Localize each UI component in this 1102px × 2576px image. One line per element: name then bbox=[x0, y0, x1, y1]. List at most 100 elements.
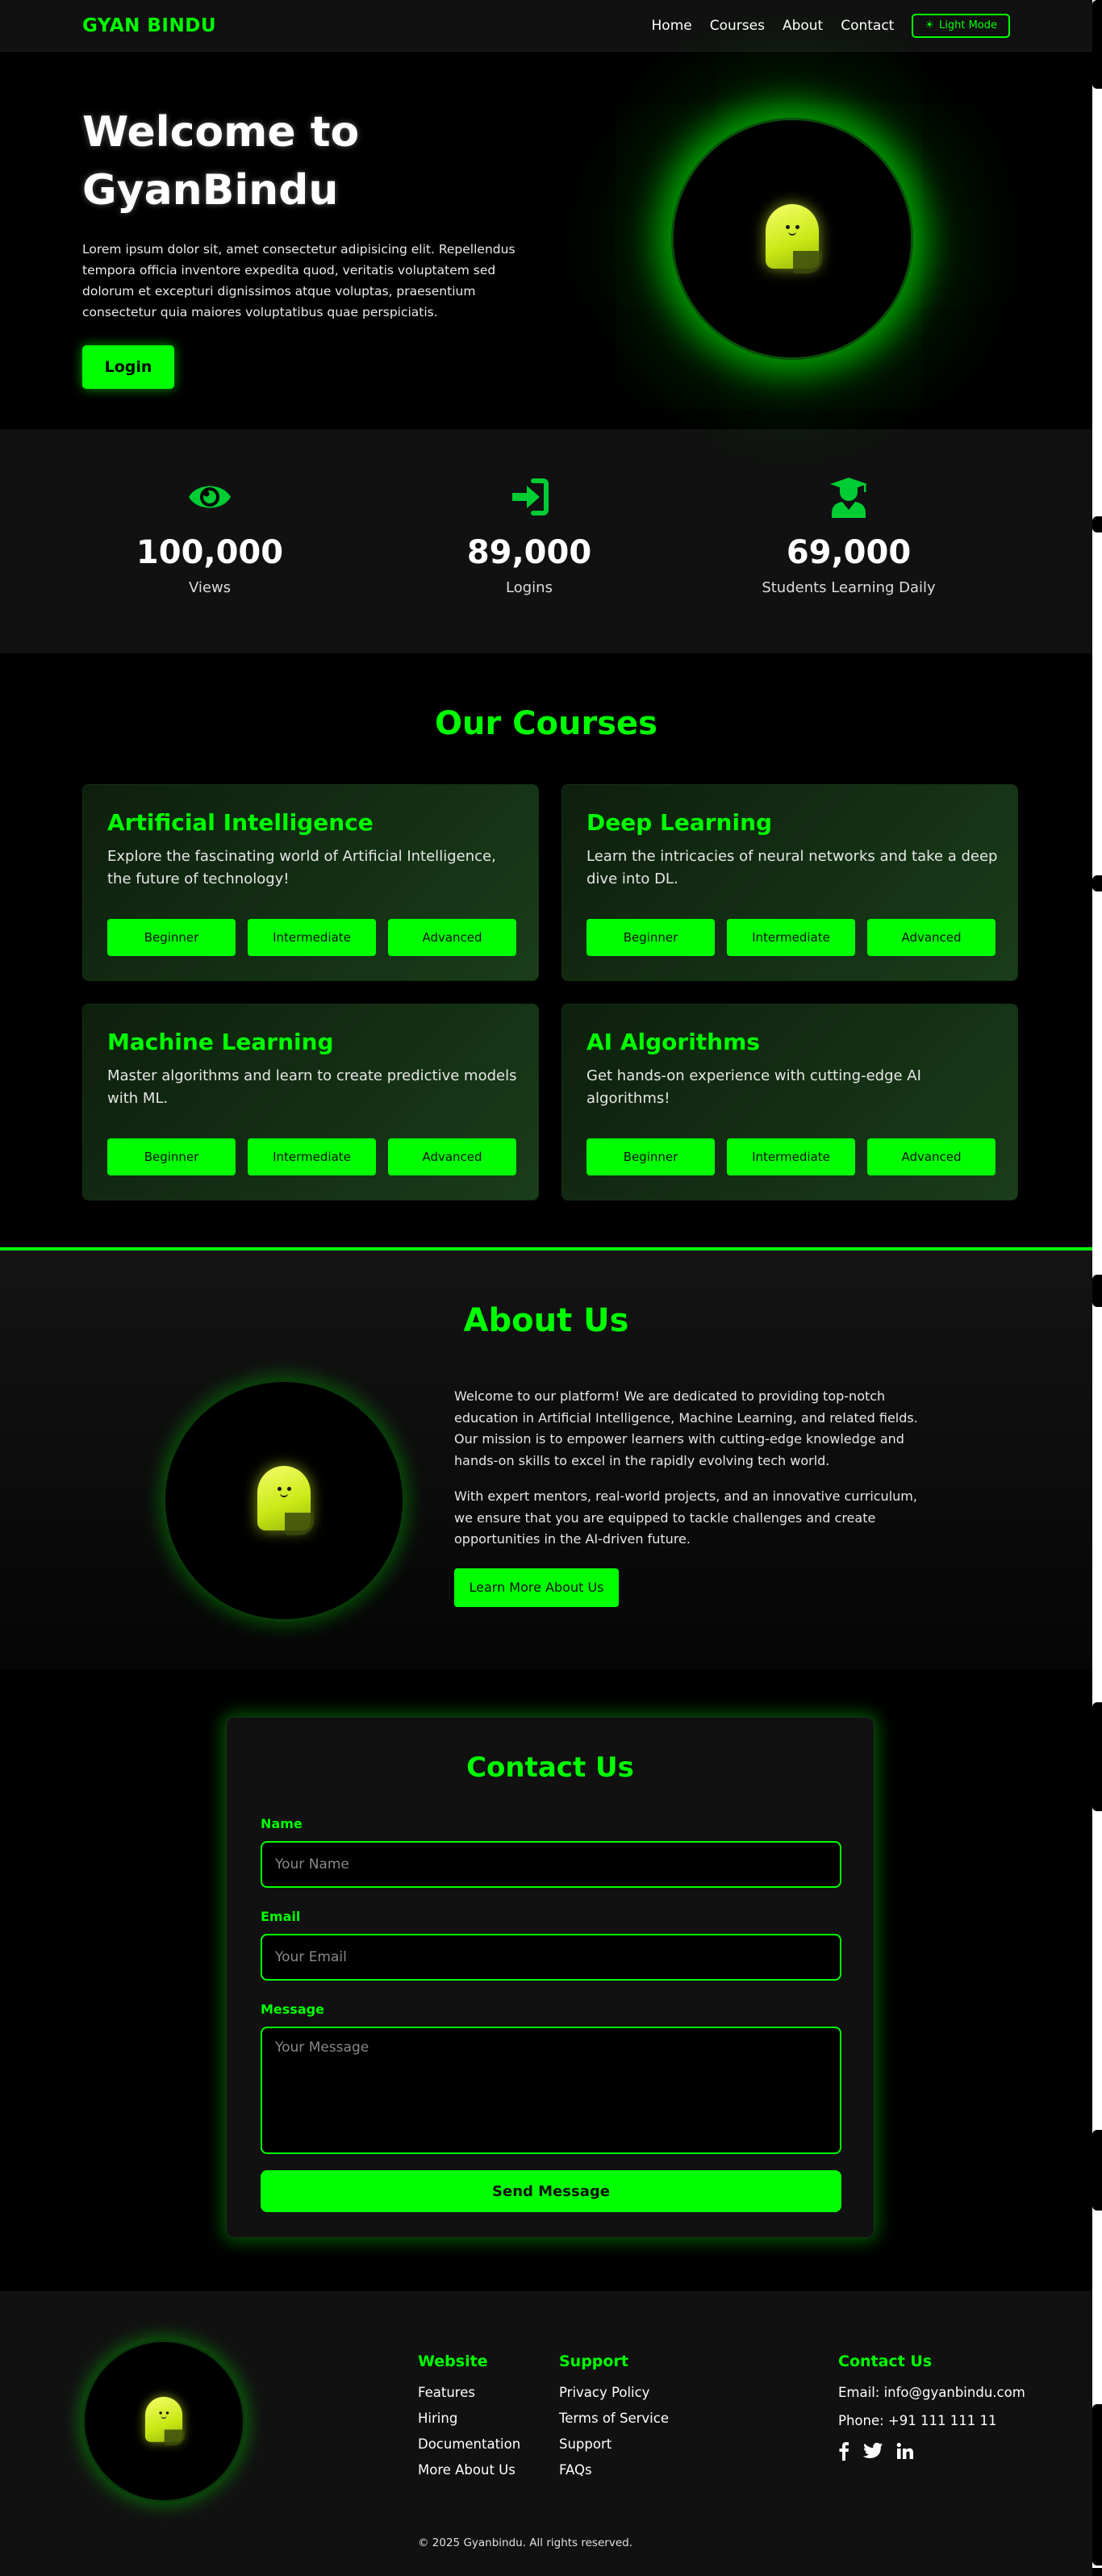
light-mode-toggle[interactable]: ☀ Light Mode bbox=[912, 13, 1010, 38]
about-mascot-circle bbox=[163, 1380, 405, 1622]
name-label: Name bbox=[261, 1816, 303, 1831]
contact-section: Contact Us Name Email Message Send Messa… bbox=[0, 1670, 1092, 2291]
nav-link-home[interactable]: Home bbox=[652, 18, 692, 34]
footer-contact-heading: Contact Us bbox=[838, 2353, 933, 2370]
sun-icon: ☀ bbox=[925, 19, 934, 31]
footer-website-heading: Website bbox=[418, 2353, 488, 2370]
course-card-ai-algorithms[interactable]: AI Algorithms Get hands-on experience wi… bbox=[561, 1004, 1018, 1200]
advanced-button[interactable]: Advanced bbox=[388, 1138, 516, 1175]
twitter-icon[interactable] bbox=[862, 2442, 883, 2463]
stat-label: Views bbox=[188, 579, 232, 596]
advanced-button[interactable]: Advanced bbox=[388, 919, 516, 956]
footer-link-more-about-us[interactable]: More About Us bbox=[418, 2462, 520, 2478]
intermediate-button[interactable]: Intermediate bbox=[727, 919, 855, 956]
course-card-ai[interactable]: Artificial Intelligence Explore the fasc… bbox=[82, 784, 539, 981]
course-title: AI Algorithms bbox=[586, 1029, 760, 1055]
advanced-button[interactable]: Advanced bbox=[867, 1138, 996, 1175]
beginner-button[interactable]: Beginner bbox=[586, 919, 715, 956]
contact-title: Contact Us bbox=[466, 1751, 634, 1784]
about-section: About Us Welcome to our platform! We are… bbox=[0, 1247, 1092, 1670]
course-description: Master algorithms and learn to create pr… bbox=[107, 1067, 517, 1107]
nav-link-about[interactable]: About bbox=[783, 18, 823, 34]
footer-email: Email: info@gyanbindu.com bbox=[838, 2385, 1025, 2400]
beginner-button[interactable]: Beginner bbox=[107, 919, 236, 956]
course-card-deep-learning[interactable]: Deep Learning Learn the intricacies of n… bbox=[561, 784, 1018, 981]
course-card-machine-learning[interactable]: Machine Learning Master algorithms and l… bbox=[82, 1004, 539, 1200]
about-paragraph-1: Welcome to our platform! We are dedicate… bbox=[454, 1388, 918, 1468]
hero-text: Welcome to GyanBindu Lorem ipsum dolor s… bbox=[82, 103, 534, 389]
stat-logins: 89,000 Logins bbox=[416, 429, 642, 653]
intermediate-button[interactable]: Intermediate bbox=[727, 1138, 855, 1175]
copyright-text: © 2025 Gyanbindu. All rights reserved. bbox=[418, 2536, 632, 2549]
nav-link-courses[interactable]: Courses bbox=[710, 18, 765, 34]
course-description: Explore the fascinating world of Artific… bbox=[107, 848, 496, 887]
intermediate-button[interactable]: Intermediate bbox=[248, 919, 376, 956]
learn-more-button[interactable]: Learn More About Us bbox=[454, 1568, 619, 1607]
footer-link-hiring[interactable]: Hiring bbox=[418, 2411, 520, 2426]
hero-section: Welcome to GyanBindu Lorem ipsum dolor s… bbox=[0, 52, 1092, 429]
light-mode-label: Light Mode bbox=[939, 19, 997, 31]
level-buttons: Beginner Intermediate Advanced bbox=[586, 919, 996, 956]
message-label: Message bbox=[261, 2002, 324, 2017]
footer-phone: Phone: +91 111 111 11 bbox=[838, 2413, 997, 2428]
course-description: Get hands-on experience with cutting-edg… bbox=[586, 1067, 921, 1107]
level-buttons: Beginner Intermediate Advanced bbox=[107, 1138, 516, 1175]
ghost-mascot-icon bbox=[766, 204, 822, 273]
eye-icon bbox=[187, 474, 232, 520]
stat-students: 69,000 Students Learning Daily bbox=[736, 429, 962, 653]
footer-link-privacy-policy[interactable]: Privacy Policy bbox=[559, 2385, 669, 2400]
level-buttons: Beginner Intermediate Advanced bbox=[107, 919, 516, 956]
footer-link-support[interactable]: Support bbox=[559, 2436, 669, 2452]
courses-title: Our Courses bbox=[435, 705, 657, 742]
social-links bbox=[838, 2441, 1025, 2464]
footer-support-column: Support Privacy Policy Terms of Service … bbox=[559, 2353, 669, 2488]
course-description: Learn the intricacies of neural networks… bbox=[586, 848, 998, 887]
send-message-button[interactable]: Send Message bbox=[261, 2170, 841, 2212]
linkedin-icon[interactable] bbox=[896, 2442, 914, 2463]
ghost-mascot-icon bbox=[144, 2396, 185, 2446]
about-title: About Us bbox=[463, 1302, 629, 1339]
course-title: Deep Learning bbox=[586, 809, 773, 836]
footer-support-heading: Support bbox=[559, 2353, 628, 2370]
brand-logo[interactable]: GYAN BINDU bbox=[82, 15, 216, 36]
about-text: Welcome to our platform! We are dedicate… bbox=[454, 1386, 938, 1607]
email-label: Email bbox=[261, 1909, 301, 1924]
footer-link-features[interactable]: Features bbox=[418, 2385, 520, 2400]
top-navbar: GYAN BINDU Home Courses About Contact ☀ … bbox=[0, 0, 1092, 52]
advanced-button[interactable]: Advanced bbox=[867, 919, 996, 956]
stats-section: 100,000 Views 89,000 Logins 69,000 Stude… bbox=[0, 429, 1092, 653]
nav-link-contact[interactable]: Contact bbox=[841, 18, 894, 34]
stat-label: Logins bbox=[506, 579, 553, 596]
stat-value: 89,000 bbox=[466, 534, 592, 571]
nav-links: Home Courses About Contact ☀ Light Mode bbox=[652, 13, 1010, 38]
footer-mascot-circle bbox=[82, 2340, 245, 2503]
graduate-icon bbox=[829, 474, 869, 520]
page-scrollbar[interactable] bbox=[1092, 0, 1102, 2568]
beginner-button[interactable]: Beginner bbox=[107, 1138, 236, 1175]
facebook-icon[interactable] bbox=[838, 2441, 849, 2464]
hero-title: Welcome to GyanBindu bbox=[82, 103, 534, 219]
login-button[interactable]: Login bbox=[82, 345, 174, 389]
footer: Website Features Hiring Documentation Mo… bbox=[0, 2291, 1092, 2576]
stat-value: 100,000 bbox=[136, 534, 284, 571]
intermediate-button[interactable]: Intermediate bbox=[248, 1138, 376, 1175]
stat-value: 69,000 bbox=[786, 534, 912, 571]
name-field[interactable] bbox=[261, 1841, 841, 1888]
beginner-button[interactable]: Beginner bbox=[586, 1138, 715, 1175]
contact-form: Contact Us Name Email Message Send Messa… bbox=[226, 1717, 875, 2238]
email-field[interactable] bbox=[261, 1934, 841, 1981]
stat-views: 100,000 Views bbox=[97, 429, 323, 653]
ghost-mascot-icon bbox=[257, 1466, 314, 1535]
hero-title-line1: Welcome to bbox=[82, 108, 360, 157]
sign-in-icon bbox=[509, 474, 549, 520]
footer-link-terms[interactable]: Terms of Service bbox=[559, 2411, 669, 2426]
courses-section: Our Courses Artificial Intelligence Expl… bbox=[0, 653, 1092, 1247]
hero-description: Lorem ipsum dolor sit, amet consectetur … bbox=[82, 242, 516, 319]
footer-link-faqs[interactable]: FAQs bbox=[559, 2462, 669, 2478]
footer-website-column: Website Features Hiring Documentation Mo… bbox=[418, 2353, 520, 2488]
message-field[interactable] bbox=[261, 2027, 841, 2154]
course-title: Artificial Intelligence bbox=[107, 809, 374, 836]
level-buttons: Beginner Intermediate Advanced bbox=[586, 1138, 996, 1175]
footer-link-documentation[interactable]: Documentation bbox=[418, 2436, 520, 2452]
stat-label: Students Learning Daily bbox=[762, 579, 936, 596]
